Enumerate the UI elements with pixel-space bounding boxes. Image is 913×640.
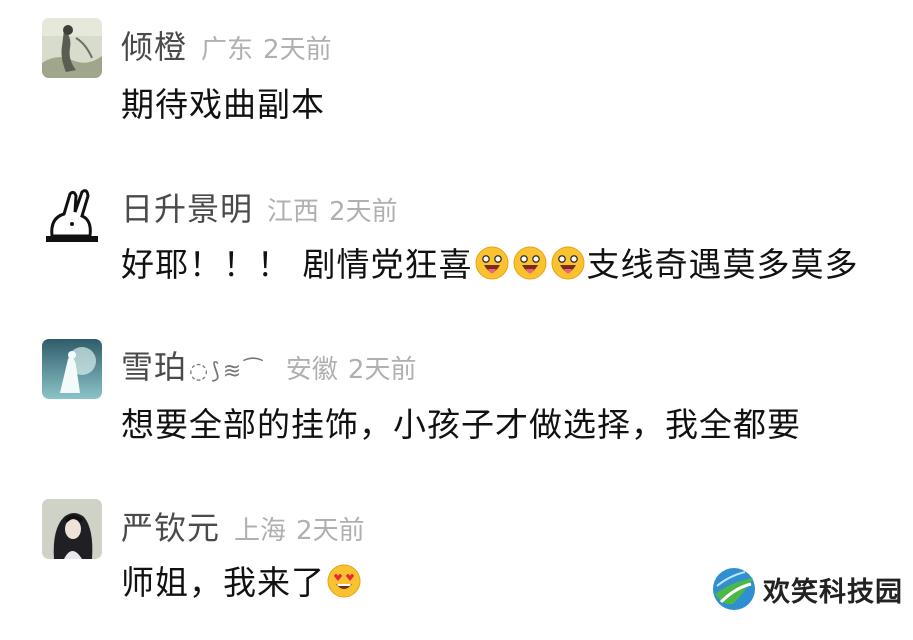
winking-tongue-emoji-icon xyxy=(512,245,548,289)
comment-text: 师姐，我来了 xyxy=(121,556,363,607)
username[interactable]: 严钦元 xyxy=(121,503,220,549)
comment-header: 日升景明 江西 2天前 xyxy=(121,184,398,228)
winking-tongue-emoji-icon xyxy=(474,245,510,289)
username[interactable]: 倾橙 xyxy=(121,22,187,68)
comment-text: 好耶！！！ 剧情党狂喜 支线奇遇莫多莫多 xyxy=(121,238,859,289)
timestamp: 2天前 xyxy=(347,355,417,385)
watermark: 欢笑科技园 xyxy=(711,566,903,612)
heart-eyes-emoji-icon xyxy=(326,563,362,607)
comment-header: 严钦元 上海 2天前 xyxy=(121,503,365,547)
comment-header: 雪珀 ◌ ⟆ ≋ ⁀ 安徽 2天前 xyxy=(121,342,416,386)
comment-item: 倾橙 广东 2天前 期待戏曲副本 xyxy=(0,0,913,160)
comment-text-part: 支线奇遇莫多莫多 xyxy=(586,245,859,284)
avatar[interactable] xyxy=(42,339,102,399)
username[interactable]: 雪珀 xyxy=(121,342,187,388)
avatar-ink-painting-icon xyxy=(42,18,102,78)
location: 江西 xyxy=(267,197,320,227)
username-decoration: ◌ ⟆ ≋ ⁀ xyxy=(189,359,262,384)
comment-item: 严钦元 上海 2天前 师姐，我来了 xyxy=(0,480,913,640)
comment-item: 日升景明 江西 2天前 好耶！！！ 剧情党狂喜 支线奇遇莫多莫多 xyxy=(0,160,913,320)
timestamp: 2天前 xyxy=(263,35,332,65)
avatar[interactable] xyxy=(42,184,102,244)
comment-header: 倾橙 广东 2天前 xyxy=(121,22,332,66)
comment-text: 想要全部的挂饰，小孩子才做选择，我全都要 xyxy=(121,405,801,444)
location: 广东 xyxy=(201,35,254,65)
avatar-bunny-sketch-icon xyxy=(42,184,102,244)
location: 安徽 xyxy=(285,355,338,385)
comment-text-part: 师姐，我来了 xyxy=(121,563,325,602)
comment-item: 雪珀 ◌ ⟆ ≋ ⁀ 安徽 2天前 想要全部的挂饰，小孩子才做选择，我全都要 xyxy=(0,320,913,480)
avatar[interactable] xyxy=(42,18,102,78)
comment-text: 期待戏曲副本 xyxy=(121,85,325,124)
avatar[interactable] xyxy=(42,499,102,559)
username[interactable]: 日升景明 xyxy=(121,184,253,230)
comment-text-part: 好耶！！！ 剧情党狂喜 xyxy=(121,245,473,284)
avatar-moonlight-figure-icon xyxy=(42,339,102,399)
watermark-text: 欢笑科技园 xyxy=(763,576,903,608)
leaf-globe-logo-icon xyxy=(713,568,755,610)
location: 上海 xyxy=(234,516,287,546)
avatar-dark-hair-character-icon xyxy=(42,499,102,559)
winking-tongue-emoji-icon xyxy=(550,245,586,289)
timestamp: 2天前 xyxy=(296,516,365,546)
timestamp: 2天前 xyxy=(329,197,398,227)
